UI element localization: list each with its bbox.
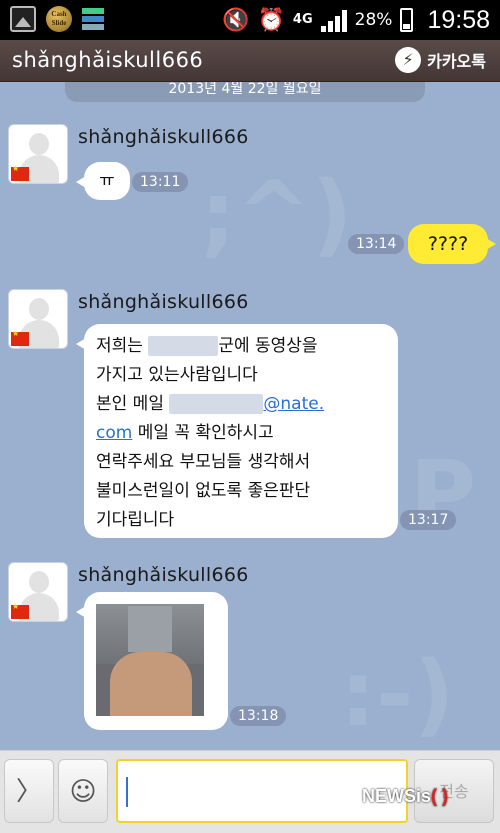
message-time: 13:18 <box>230 706 287 726</box>
signal-icon <box>320 8 347 32</box>
date-divider: 2013년 4월 22일 월요일 <box>65 82 425 102</box>
kakaotalk-logo-icon: ⚡ <box>395 47 422 73</box>
message-line: 가지고 있는사람입니다 <box>96 365 258 385</box>
blurred-face <box>128 606 172 652</box>
chat-area[interactable]: ;^) P :-) 2013년 4월 22일 월요일 shǎnghǎiskull… <box>0 82 500 750</box>
email-link[interactable]: @nate. <box>263 394 324 414</box>
avatar[interactable] <box>8 562 68 622</box>
message-line: 본인 메일 <box>96 394 164 414</box>
redacted-block <box>169 394 264 414</box>
text-caret <box>126 777 128 807</box>
message-text: ???? <box>427 233 469 255</box>
avatar[interactable] <box>8 124 68 184</box>
message-line: 연락주세요 부모님들 생각해서 <box>96 452 311 472</box>
photo-message-bubble[interactable] <box>76 592 228 730</box>
clock: 19:58 <box>427 5 490 34</box>
email-link[interactable]: com <box>96 423 132 443</box>
sender-name: shǎnghǎiskull666 <box>78 126 249 148</box>
photo-thumbnail[interactable] <box>96 604 204 716</box>
message-text: ㅠ <box>99 171 115 191</box>
brand-label: 카카오톡 <box>427 52 486 71</box>
cash-slide-icon: Cash Slide <box>46 6 72 32</box>
avatar[interactable] <box>8 289 68 349</box>
smiley-icon: ☺ <box>69 777 97 807</box>
china-flag-icon <box>11 602 29 619</box>
kakaotalk-brand[interactable]: ⚡ 카카오톡 <box>395 47 486 73</box>
expand-menu-button[interactable]: 〉 <box>4 759 54 823</box>
background-emoticon: ;^) <box>200 162 353 267</box>
chat-title: shǎnghǎiskull666 <box>12 48 204 72</box>
network-type: 4G <box>292 12 313 27</box>
battery-icon <box>400 8 414 32</box>
china-flag-icon <box>11 329 29 346</box>
message-bubble[interactable]: 저희는 군에 동영상을 가지고 있는사람입니다 본인 메일 @nate. com… <box>76 324 398 538</box>
chevron-right-icon: 〉 <box>15 777 42 807</box>
gallery-notification-icon <box>10 6 36 32</box>
status-bar: Cash Slide 🔇 ⏰ 4G 28% 19:58 <box>0 0 500 40</box>
message-line: 불미스런일이 없도록 좋은판단 <box>96 481 311 501</box>
background-emoticon: :-) <box>340 642 455 747</box>
app-notification-icon <box>82 8 104 30</box>
message-line: 군에 동영상을 <box>218 336 318 356</box>
redacted-block <box>148 336 219 356</box>
message-bubble[interactable]: ㅠ <box>76 162 130 200</box>
message-line: 메일 꼭 확인하시고 <box>132 423 274 443</box>
emoticon-button[interactable]: ☺ <box>58 759 108 823</box>
alarm-icon: ⏰ <box>257 7 285 33</box>
chat-header: shǎnghǎiskull666 ⚡ 카카오톡 <box>0 40 500 82</box>
newsis-watermark: NEWSis( ) <box>362 786 449 806</box>
sender-name: shǎnghǎiskull666 <box>78 564 249 586</box>
mute-icon: 🔇 <box>222 7 250 33</box>
sender-name: shǎnghǎiskull666 <box>78 291 249 313</box>
message-time: 13:11 <box>132 172 189 192</box>
message-time: 13:14 <box>348 234 405 254</box>
battery-percent: 28% <box>354 10 393 30</box>
message-line: 저희는 <box>96 336 143 356</box>
my-message-bubble[interactable]: ???? <box>408 224 496 264</box>
message-line: 기다립니다 <box>96 510 175 530</box>
message-text: 저희는 군에 동영상을 가지고 있는사람입니다 본인 메일 @nate. com… <box>96 332 386 535</box>
china-flag-icon <box>11 164 29 181</box>
message-time: 13:17 <box>400 510 457 530</box>
background-emoticon: P <box>410 442 476 547</box>
